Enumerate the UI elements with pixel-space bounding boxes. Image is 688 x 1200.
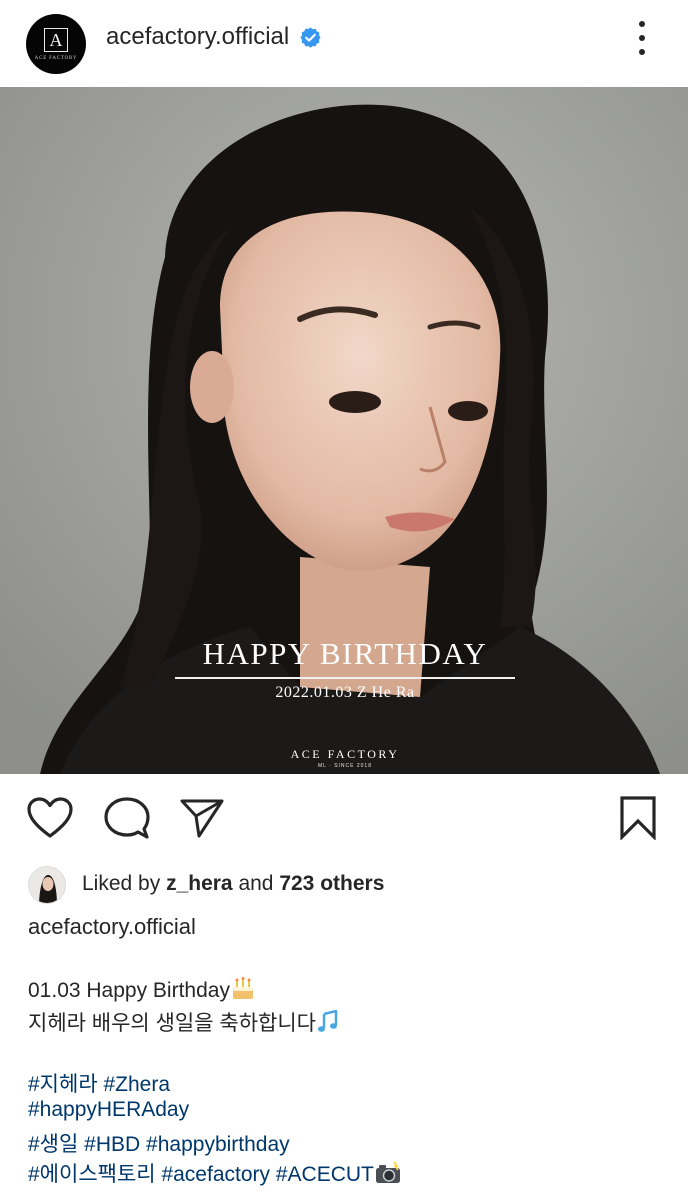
likes-summary[interactable]: Liked by z_hera and 723 others <box>82 872 384 896</box>
comment-icon[interactable] <box>104 797 150 841</box>
more-options-icon[interactable] <box>630 18 654 58</box>
hashtag-link[interactable]: #지헤라 <box>28 1073 98 1096</box>
image-headline: HAPPY BIRTHDAY <box>202 636 488 671</box>
hashtag-line-1: #지헤라 #Zhera <box>28 1068 170 1098</box>
liker-username[interactable]: z_hera <box>166 872 233 895</box>
bookmark-icon[interactable] <box>618 796 658 840</box>
music-notes-emoji-icon <box>317 1010 338 1032</box>
image-divider <box>175 677 515 679</box>
birthday-cake-emoji-icon <box>232 977 253 999</box>
hashtag-link[interactable]: #Zhera <box>103 1073 170 1096</box>
camera-flash-emoji-icon <box>375 1161 400 1183</box>
hashtag-link[interactable]: #에이스팩토리 <box>28 1163 156 1186</box>
image-date-line: 2022.01.03 Z He Ra <box>275 684 415 701</box>
heart-icon[interactable] <box>27 797 73 839</box>
avatar-logo-subtext: ACE FACTORY <box>34 55 78 61</box>
caption-line-1: 01.03 Happy Birthday <box>28 977 256 1003</box>
post-username[interactable]: acefactory.official <box>106 23 289 51</box>
liker-avatar[interactable] <box>28 866 66 904</box>
hashtag-line-3: #생일 #HBD #happybirthday <box>28 1128 290 1158</box>
hashtag-link[interactable]: #HBD <box>84 1133 140 1156</box>
image-brand-sub: ML · SINCE 2018 <box>318 763 372 769</box>
likes-count[interactable]: 723 others <box>279 872 384 895</box>
hashtag-link[interactable]: #ACECUT <box>276 1163 374 1186</box>
hashtag-link[interactable]: #happybirthday <box>146 1133 290 1156</box>
likes-middle: and <box>232 872 280 895</box>
caption-username[interactable]: acefactory.official <box>28 914 196 940</box>
likes-prefix: Liked by <box>82 872 167 895</box>
hashtag-link[interactable]: #생일 <box>28 1133 78 1156</box>
caption-line-2: 지헤라 배우의 생일을 축하합니다 <box>28 1007 342 1037</box>
profile-avatar[interactable]: A ACE FACTORY <box>26 14 86 74</box>
image-brand: ACE FACTORY <box>290 747 400 761</box>
hashtag-line-4: #에이스팩토리 #acefactory #ACECUT <box>28 1158 402 1188</box>
hashtag-link[interactable]: #acefactory <box>161 1163 270 1186</box>
hashtag-line-2: #happyHERAday <box>28 1098 189 1122</box>
verified-badge-icon <box>300 27 321 48</box>
hashtag-link[interactable]: #happyHERAday <box>28 1098 189 1121</box>
avatar-logo-mark: A <box>44 27 68 52</box>
post-header: A ACE FACTORY acefactory.official <box>0 0 688 86</box>
paper-plane-icon[interactable] <box>180 798 224 838</box>
